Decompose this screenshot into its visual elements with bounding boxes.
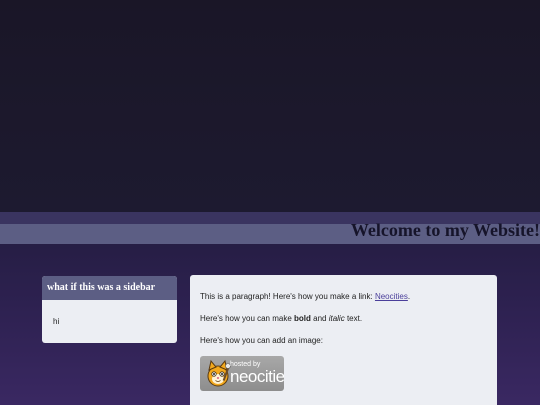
hosted-by-neocities-badge[interactable]: hosted by neocities	[200, 356, 284, 391]
main-content: This is a paragraph! Here's how you make…	[190, 275, 497, 405]
paragraph-image: Here's how you can add an image:	[200, 336, 323, 345]
paragraph-formatting-start: Here's how you can make	[200, 314, 295, 323]
sidebar-body-text: hi	[53, 317, 60, 326]
page-background-top	[0, 0, 540, 212]
bold-text: bold	[294, 314, 311, 323]
paragraph-link-text: This is a paragraph! Here's how you make…	[200, 292, 375, 301]
paragraph-formatting-mid: and	[310, 314, 329, 323]
paragraph-formatting-end: text.	[344, 314, 363, 323]
italic-text: italic	[328, 314, 345, 323]
site-title: Welcome to my Website!	[350, 220, 540, 240]
neocities-cat-icon	[207, 359, 231, 387]
neocities-link[interactable]: Neocities	[375, 292, 408, 301]
sidebar: what if this was a sidebar hi	[42, 276, 177, 343]
paragraph-link-end: .	[407, 292, 411, 301]
paragraph-link: This is a paragraph! Here's how you make…	[200, 292, 410, 301]
paragraph-formatting: Here's how you can make bold and italic …	[200, 314, 362, 323]
badge-neocities-text: neocities	[230, 367, 284, 386]
sidebar-title: what if this was a sidebar	[42, 276, 177, 300]
